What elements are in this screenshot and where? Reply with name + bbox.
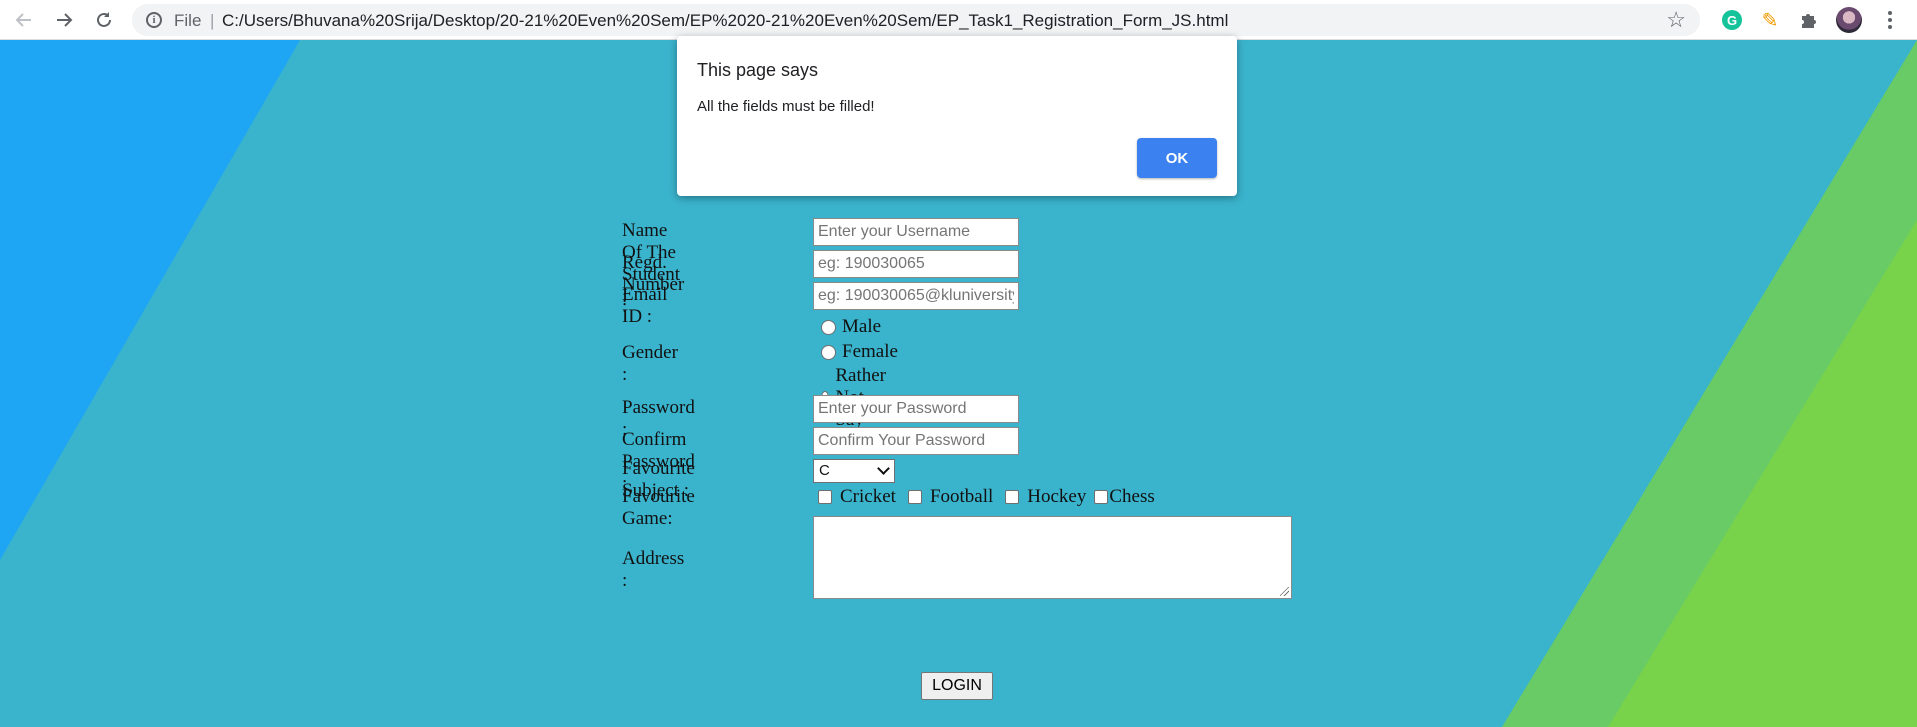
email-label: Email ID :	[622, 284, 668, 327]
url-scheme-label: File	[174, 11, 202, 30]
address-bar[interactable]: i File | C:/Users/Bhuvana%20Srija/Deskto…	[132, 4, 1700, 36]
radio-female[interactable]	[821, 344, 836, 360]
info-icon[interactable]: i	[146, 12, 162, 28]
forward-arrow-icon[interactable]	[50, 6, 78, 34]
checkbox-chess[interactable]	[1094, 490, 1109, 504]
game-cricket-label: Cricket	[840, 486, 896, 507]
subject-select[interactable]: C	[813, 459, 895, 483]
extensions-puzzle-icon[interactable]	[1795, 6, 1823, 34]
game-hockey-label: Hockey	[1027, 486, 1087, 507]
browser-toolbar: i File | C:/Users/Bhuvana%20Srija/Deskto…	[0, 0, 1917, 40]
ok-button[interactable]: OK	[1137, 138, 1217, 178]
password-input[interactable]	[813, 395, 1019, 423]
address-textarea[interactable]	[813, 516, 1292, 599]
menu-dots-icon[interactable]	[1876, 6, 1904, 34]
resize-grip-icon[interactable]	[1280, 587, 1289, 596]
chevron-down-icon	[877, 462, 890, 475]
alert-dialog: This page says All the fields must be fi…	[677, 36, 1237, 196]
bookmark-star-icon[interactable]: ☆	[1666, 7, 1686, 33]
game-football-label: Football	[929, 486, 994, 507]
dialog-message: All the fields must be filled!	[697, 98, 875, 115]
gender-option-female[interactable]: Female	[821, 341, 898, 363]
email-input[interactable]	[813, 282, 1019, 310]
dialog-title: This page says	[697, 60, 819, 80]
game-options: Cricket Football Hockey Chess	[818, 486, 1155, 508]
checkbox-football[interactable]	[907, 490, 922, 504]
checkbox-cricket[interactable]	[818, 490, 832, 504]
profile-avatar[interactable]	[1835, 6, 1863, 34]
pencil-icon[interactable]: ✎	[1756, 6, 1784, 34]
game-label: Favourite Game:	[622, 486, 695, 529]
subject-select-value: C	[819, 462, 830, 479]
url-separator: |	[210, 11, 215, 30]
checkbox-hockey[interactable]	[1005, 490, 1020, 504]
reload-icon[interactable]	[90, 6, 118, 34]
gender-female-label: Female	[842, 341, 898, 362]
confirm-password-input[interactable]	[813, 427, 1019, 455]
gender-male-label: Male	[842, 316, 882, 337]
url-text[interactable]: C:/Users/Bhuvana%20Srija/Desktop/20-21%2…	[222, 11, 1228, 31]
gender-option-male[interactable]: Male	[821, 316, 881, 338]
radio-male[interactable]	[821, 319, 836, 335]
grammarly-icon[interactable]: G	[1718, 6, 1746, 34]
regd-input[interactable]	[813, 250, 1019, 278]
name-input[interactable]	[813, 218, 1019, 246]
login-button[interactable]: LOGIN	[921, 672, 993, 700]
left-blue-wedge	[0, 40, 300, 560]
grammarly-glyph: G	[1722, 10, 1742, 30]
back-arrow-icon[interactable]	[10, 6, 38, 34]
gender-label: Gender :	[622, 342, 678, 385]
address-label: Address :	[622, 548, 685, 591]
game-chess-label: Chess	[1109, 486, 1155, 507]
